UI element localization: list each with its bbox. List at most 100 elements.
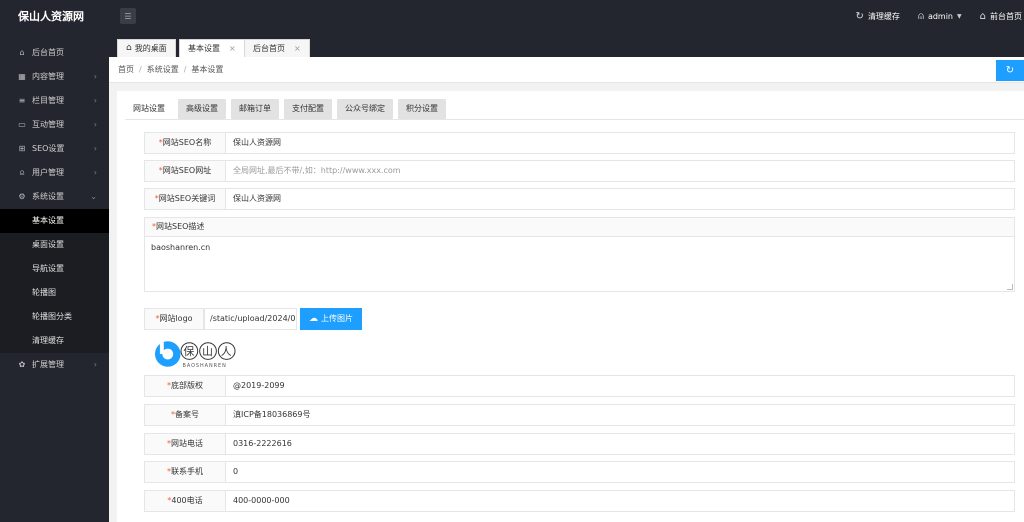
chevron-down-icon: ⌄: [90, 192, 97, 201]
chevron-right-icon: ›: [93, 168, 97, 177]
refresh-button[interactable]: ↻: [996, 60, 1024, 81]
frontend-home-link[interactable]: ⌂ 前台首页: [980, 11, 1022, 22]
breadcrumb-home[interactable]: 首页: [118, 65, 134, 74]
seo-url-input[interactable]: 全局网址,最后不带/,如：http://www.xxx.com: [225, 160, 1015, 182]
user-name: admin: [927, 12, 954, 21]
tab-wechat-binding[interactable]: 公众号绑定: [337, 99, 393, 119]
logo-preview: 保 山 人 BAOSHANREN: [154, 338, 264, 370]
logo-path-input[interactable]: /static/upload/2024/08/2: [204, 308, 297, 330]
sidebar-item-label: 后台首页: [32, 48, 64, 57]
sidebar-item-extensions[interactable]: ✿ 扩展管理 ›: [0, 353, 109, 377]
brand-en-text: BAOSHANREN: [182, 363, 226, 369]
user-icon: ⍝: [19, 168, 25, 177]
sidebar-item-seo[interactable]: ⊞ SEO设置 ›: [0, 137, 109, 161]
gear-icon: ⚙: [18, 192, 26, 201]
app-title: 保山人资源网: [18, 10, 84, 23]
chevron-right-icon: ›: [93, 72, 97, 81]
seo-keywords-input[interactable]: 保山人资源网: [225, 188, 1015, 210]
seo-description-textarea[interactable]: baoshanren.cn: [144, 237, 1015, 292]
form-row-logo: *网站logo /static/upload/2024/08/2 ☁ 上传图片: [144, 308, 362, 330]
extension-icon: ✿: [18, 360, 26, 369]
sidebar-item-label: SEO设置: [32, 144, 65, 153]
sidebar-subitem-carousel[interactable]: 轮播图: [0, 281, 109, 305]
frontend-home-label: 前台首页: [990, 12, 1022, 21]
hotline-input[interactable]: 400-0000-000: [225, 490, 1015, 512]
chevron-right-icon: ›: [93, 96, 97, 105]
form-row-seo-keywords: *网站SEO关键词 保山人资源网: [144, 188, 1015, 210]
tab-label: 基本设置: [188, 44, 220, 53]
refresh-icon: ↻: [855, 11, 864, 22]
field-label: *备案号: [144, 404, 225, 426]
home-icon: ⌂: [979, 11, 986, 22]
tab-points-settings[interactable]: 积分设置: [398, 99, 446, 119]
refresh-icon: ↻: [1005, 65, 1015, 76]
sidebar-subitem-carousel-category[interactable]: 轮播图分类: [0, 305, 109, 329]
sidebar-item-system[interactable]: ⚙ 系统设置 ⌄: [0, 185, 109, 209]
user-icon: ⍝: [917, 11, 924, 22]
breadcrumb-current: 基本设置: [191, 65, 224, 74]
phone-input[interactable]: 0316-2222616: [225, 433, 1015, 455]
page-tabs: ⌂ 我的桌面 基本设置 × 后台首页 ×: [109, 33, 1024, 57]
settings-card: 网站设置 高级设置 邮箱订单 支付配置 公众号绑定 积分设置 *网站SEO名称 …: [117, 91, 1024, 522]
upload-image-button[interactable]: ☁ 上传图片: [300, 308, 362, 330]
seo-icon: ⊞: [18, 144, 26, 153]
sidebar-subitem-desktop[interactable]: 桌面设置: [0, 233, 109, 257]
close-icon[interactable]: ×: [229, 40, 236, 57]
breadcrumb-system[interactable]: 系统设置: [147, 65, 179, 74]
form-row-hotline: *400电话 400-0000-000: [144, 490, 1015, 512]
chevron-right-icon: ›: [93, 120, 97, 129]
sidebar-item-label: 扩展管理: [32, 360, 64, 369]
chevron-right-icon: ›: [93, 144, 97, 153]
tab-label: 我的桌面: [134, 44, 167, 53]
sidebar-item-users[interactable]: ⍝ 用户管理 ›: [0, 161, 109, 185]
field-label: *网站logo: [144, 308, 204, 330]
clear-cache-button[interactable]: ↻ 清理缓存: [856, 11, 900, 22]
sidebar-item-label: 栏目管理: [32, 96, 64, 105]
tab-basic-settings[interactable]: 基本设置 ×: [179, 39, 245, 57]
form-row-phone: *网站电话 0316-2222616: [144, 433, 1015, 455]
home-icon: ⌂: [126, 43, 132, 53]
sidebar-item-label: 内容管理: [32, 72, 64, 81]
upload-image-label: 上传图片: [321, 314, 353, 323]
form-block-seo-desc: *网站SEO描述 baoshanren.cn: [144, 217, 1015, 292]
sidebar-item-label: 系统设置: [32, 192, 64, 201]
form-row-seo-url: *网站SEO网址 全局网址,最后不带/,如：http://www.xxx.com: [144, 160, 1015, 182]
clear-cache-label: 清理缓存: [867, 12, 900, 21]
form-row-mobile: *联系手机 0: [144, 461, 1015, 483]
chat-icon: ▭: [18, 120, 26, 129]
sidebar-subitem-clear-cache[interactable]: 清理缓存: [0, 329, 109, 353]
sidebar-item-content[interactable]: ▦ 内容管理 ›: [0, 65, 109, 89]
resize-handle[interactable]: [1007, 284, 1013, 290]
settings-tabs: 网站设置 高级设置 邮箱订单 支付配置 公众号绑定 积分设置: [125, 99, 446, 119]
mobile-input[interactable]: 0: [225, 461, 1015, 483]
tab-advanced-settings[interactable]: 高级设置: [178, 99, 226, 119]
tab-label: 后台首页: [253, 44, 285, 53]
tab-divider: [125, 119, 1024, 120]
field-label: *网站SEO网址: [144, 160, 225, 182]
sidebar-item-columns[interactable]: ≡ 栏目管理 ›: [0, 89, 109, 113]
tab-admin-home[interactable]: 后台首页 ×: [244, 39, 310, 57]
seo-description-text: baoshanren.cn: [151, 243, 211, 252]
sidebar-subitem-nav[interactable]: 导航设置: [0, 257, 109, 281]
sidebar-item-interaction[interactable]: ▭ 互动管理 ›: [0, 113, 109, 137]
tab-my-desktop[interactable]: ⌂ 我的桌面: [117, 39, 176, 57]
user-menu[interactable]: ⍝ admin ▼: [918, 11, 962, 22]
form-row-icp: *备案号 滇ICP备18036869号: [144, 404, 1015, 426]
field-label: *网站SEO名称: [144, 132, 225, 154]
menu-toggle-button[interactable]: ☰: [120, 8, 136, 24]
list-icon: ≡: [18, 96, 26, 105]
tab-site-settings[interactable]: 网站设置: [125, 99, 173, 119]
form-row-seo-name: *网站SEO名称 保山人资源网: [144, 132, 1015, 154]
sidebar-item-dashboard[interactable]: ⌂ 后台首页: [0, 41, 109, 65]
breadcrumb: 首页 / 系统设置 / 基本设置: [118, 65, 224, 74]
tab-payment-config[interactable]: 支付配置: [284, 99, 332, 119]
main-content: 网站设置 高级设置 邮箱订单 支付配置 公众号绑定 积分设置 *网站SEO名称 …: [109, 83, 1024, 522]
breadcrumb-bar: 首页 / 系统设置 / 基本设置 ↻: [109, 57, 1024, 83]
field-label: *联系手机: [144, 461, 225, 483]
icp-input[interactable]: 滇ICP备18036869号: [225, 404, 1015, 426]
tab-email-order[interactable]: 邮箱订单: [231, 99, 279, 119]
copyright-input[interactable]: @2019-2099: [225, 375, 1015, 397]
sidebar-subitem-basic[interactable]: 基本设置: [0, 209, 109, 233]
close-icon[interactable]: ×: [294, 40, 301, 57]
seo-name-input[interactable]: 保山人资源网: [225, 132, 1015, 154]
